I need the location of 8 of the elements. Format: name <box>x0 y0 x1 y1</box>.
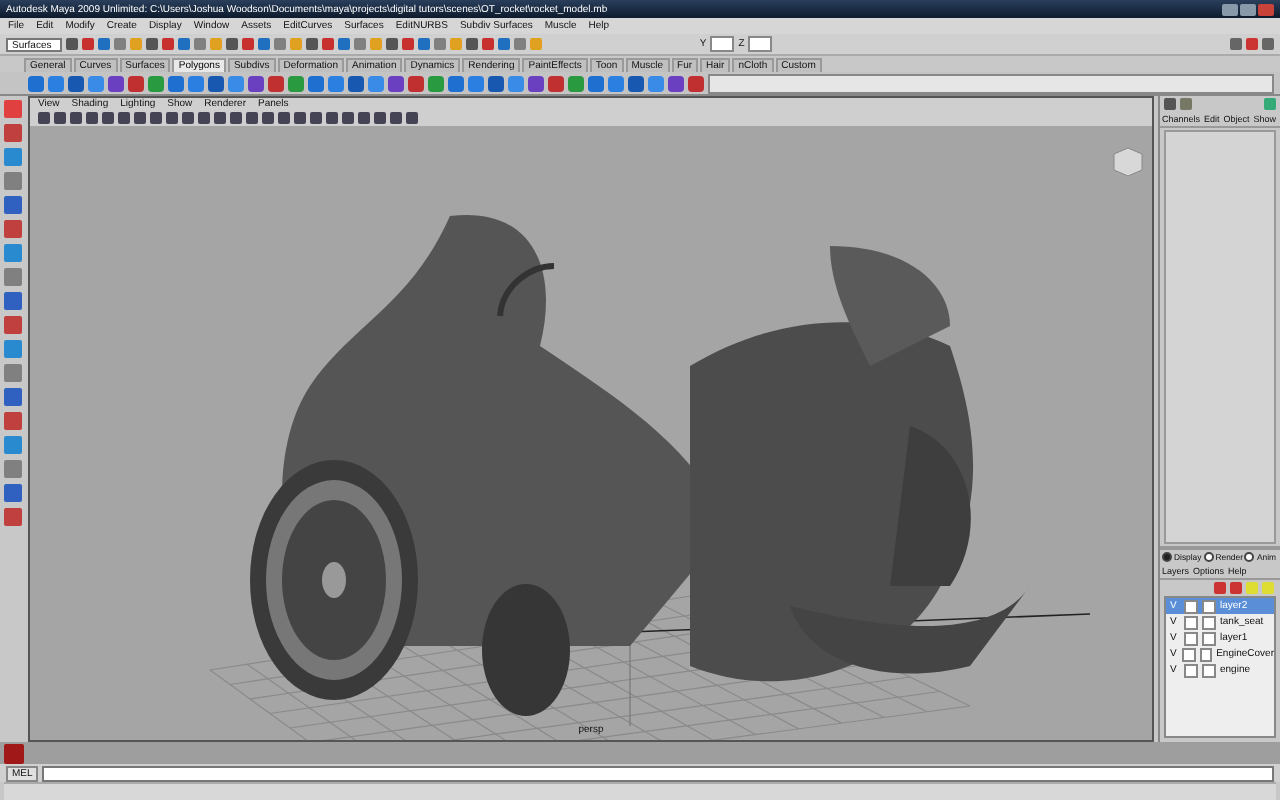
close-button[interactable] <box>1258 3 1274 15</box>
input-field[interactable] <box>748 36 773 52</box>
command-field[interactable] <box>42 765 1274 781</box>
input-field[interactable] <box>710 36 735 52</box>
maximize-button[interactable] <box>1240 3 1256 15</box>
minimize-button[interactable] <box>1222 3 1238 15</box>
view-cube-icon[interactable] <box>1112 146 1144 178</box>
app-logo-icon <box>4 743 24 763</box>
